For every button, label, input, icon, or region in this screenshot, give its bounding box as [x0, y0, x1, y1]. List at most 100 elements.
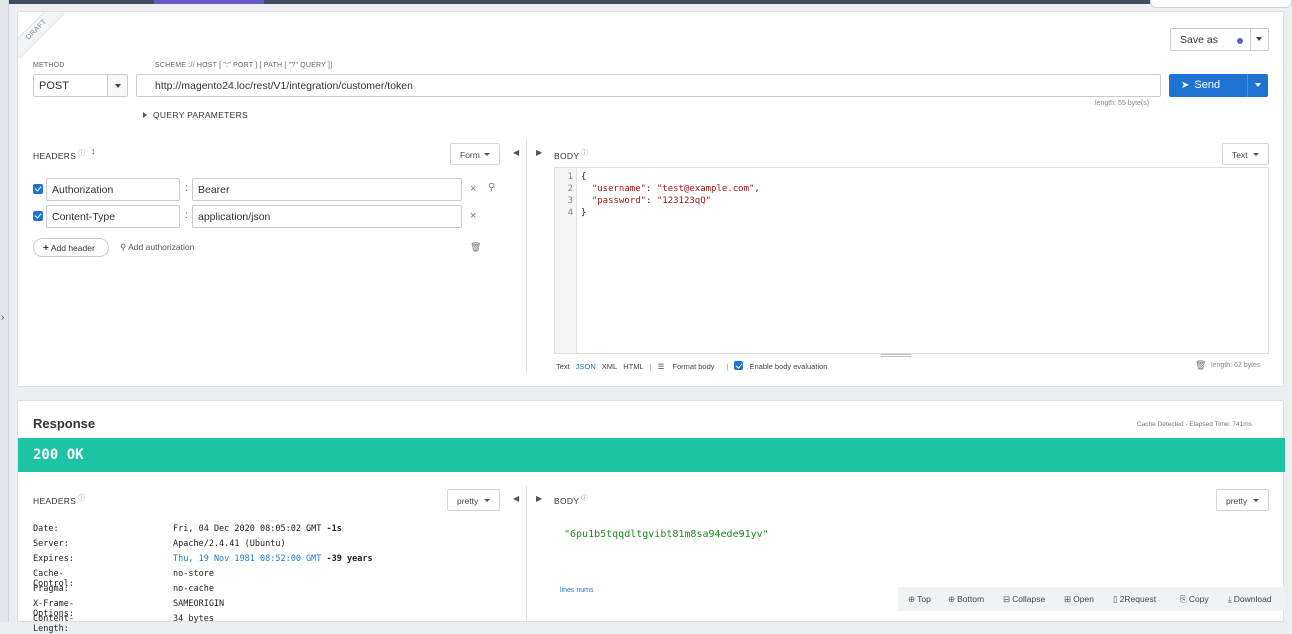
to-request-label: 2Request: [1119, 594, 1157, 604]
panel-divider[interactable]: [526, 140, 527, 372]
header-date-link[interactable]: Thu, 19 Nov 1981 08:52:00 GMT: [173, 554, 321, 564]
collapse-left-icon[interactable]: ◀: [513, 494, 519, 503]
header-value-input[interactable]: application/json: [192, 205, 462, 228]
headers-mode-select[interactable]: Form: [450, 143, 500, 165]
code-string: "123123qQ": [656, 196, 712, 206]
add-authorization-link[interactable]: ⚲ Add authorization: [120, 242, 194, 253]
header-name-input[interactable]: Content-Type: [46, 205, 180, 228]
header-value: Apache/2.4.41 (Ubuntu): [173, 539, 286, 549]
info-icon[interactable]: ⓘ: [78, 150, 85, 157]
format-xml[interactable]: XML: [602, 362, 617, 371]
body-editor[interactable]: 1 2 3 4 { "username": "test@example.com"…: [554, 167, 1269, 357]
response-body-value[interactable]: "6pu1b5tqqdltgvibt81m8sa94ede91yv": [564, 529, 769, 540]
separator: |: [726, 362, 729, 371]
tab-strip-edge: [1150, 0, 1292, 8]
download-icon: ⤓: [1228, 594, 1232, 604]
send-button[interactable]: ➤ Send: [1169, 74, 1268, 97]
remove-header-icon[interactable]: ×: [470, 210, 476, 222]
send-label: Send: [1194, 79, 1221, 91]
panel-divider[interactable]: [526, 485, 527, 623]
line-number: 1: [567, 172, 573, 182]
method-label: METHOD: [33, 62, 65, 69]
triangle-right-icon: [143, 112, 147, 118]
bottom-label: Bottom: [957, 594, 985, 604]
info-icon[interactable]: ⓘ: [78, 495, 85, 502]
bottom-button[interactable]: ⊕ Bottom: [948, 594, 984, 605]
trash-icon[interactable]: 🗑: [1195, 360, 1206, 371]
format-icon: ☰: [657, 362, 665, 371]
separator: |: [649, 362, 652, 371]
body-code[interactable]: { "username": "test@example.com", "passw…: [581, 171, 760, 219]
elapsed-time: Cache Detected - Elapsed Time: 741ms: [1137, 421, 1252, 428]
collapse-button[interactable]: ⊟ Collapse: [1003, 594, 1045, 605]
format-html[interactable]: HTML: [623, 362, 643, 371]
header-value: 34 bytes: [173, 614, 214, 624]
header-relative: -1s: [326, 524, 342, 534]
caret-down-icon: [484, 153, 490, 156]
code-line: }: [581, 208, 587, 218]
header-name-value: Authorization: [52, 184, 114, 196]
add-header-button[interactable]: + Add header: [33, 238, 109, 257]
url-input[interactable]: http://magento24.loc/rest/V1/integration…: [136, 74, 1161, 97]
info-icon[interactable]: ⓘ: [581, 150, 588, 157]
copy-icon: ⎘: [1180, 594, 1187, 604]
remove-header-icon[interactable]: ×: [470, 183, 476, 195]
line-nums-toggle[interactable]: lines nums: [560, 587, 593, 594]
response-headers-mode-select[interactable]: pretty: [447, 489, 500, 511]
response-body-mode-select[interactable]: pretty: [1216, 489, 1269, 511]
format-body-button[interactable]: ☰ Format body: [658, 362, 721, 371]
sidebar-toggle[interactable]: ›: [0, 0, 9, 622]
draft-label: DRAFT: [18, 12, 64, 58]
enable-eval-checkbox[interactable]: [734, 361, 744, 370]
line-number: 2: [567, 184, 573, 194]
save-as-dropdown[interactable]: [1250, 29, 1268, 50]
status-code: 200 OK: [33, 447, 84, 463]
header-value: Thu, 19 Nov 1981 08:52:00 GMT -39 years: [173, 554, 373, 564]
header-value: no-store: [173, 569, 214, 579]
arrow-down-circle-icon: ⊕: [948, 594, 956, 604]
trash-icon[interactable]: 🗑: [470, 242, 481, 253]
header-value-input[interactable]: Bearer: [192, 178, 462, 201]
header-name-input[interactable]: Authorization: [46, 178, 180, 201]
caret-down-icon: [1253, 499, 1259, 502]
method-select[interactable]: POST: [33, 74, 128, 97]
header-name: Expires:: [33, 554, 74, 564]
to-request-button[interactable]: ▯ 2Request: [1113, 594, 1156, 605]
open-button[interactable]: ⊞ Open: [1064, 594, 1094, 605]
query-parameters-toggle[interactable]: QUERY PARAMETERS: [143, 110, 248, 120]
info-icon[interactable]: ⓘ: [581, 495, 588, 502]
format-json[interactable]: JSON: [576, 362, 596, 371]
header-value-value: application/json: [198, 211, 271, 223]
code-key: "password": [591, 196, 647, 206]
enable-eval-toggle[interactable]: Enable body evaluation: [734, 361, 833, 371]
body-title-text: BODY: [554, 495, 580, 506]
code-line: {: [581, 172, 587, 182]
top-button[interactable]: ⊕ Top: [908, 594, 931, 605]
request-body-title: BODY ⓘ: [554, 148, 589, 161]
header-enabled-checkbox[interactable]: [33, 211, 43, 221]
top-bar: [0, 0, 1292, 8]
header-value: Fri, 04 Dec 2020 08:05:02 GMT -1s: [173, 524, 342, 534]
format-text[interactable]: Text: [556, 362, 570, 371]
collapse-left-icon[interactable]: ◀: [513, 148, 519, 157]
response-title: Response: [33, 416, 96, 431]
body-mode-select[interactable]: Text: [1222, 143, 1269, 165]
expand-right-icon[interactable]: ▶: [536, 494, 542, 503]
query-parameters-label: QUERY PARAMETERS: [153, 110, 249, 120]
method-dropdown[interactable]: [107, 75, 127, 96]
send-dropdown[interactable]: [1247, 74, 1268, 97]
sort-icon[interactable]: ↕: [91, 146, 96, 156]
header-enabled-checkbox[interactable]: [33, 184, 43, 194]
body-format-bar: Text JSON XML HTML | ☰ Format body | Enable bod…: [556, 361, 839, 371]
expand-right-icon[interactable]: ▶: [536, 148, 542, 157]
save-as-button[interactable]: Save as: [1170, 28, 1269, 51]
format-body-label: Format body: [672, 362, 715, 371]
response-toolbar: ⊕ Top ⊕ Bottom ⊟ Collapse ⊞ Open ▯ 2Request ⎘…: [898, 587, 1285, 611]
url-hint: SCHEME :// HOST [ ":" PORT ] [ PATH [ "?…: [155, 62, 333, 69]
key-icon[interactable]: ⚲: [488, 182, 495, 193]
code-string: "test@example.com": [656, 184, 755, 194]
response-body-title: BODY ⓘ: [554, 493, 589, 506]
editor-resize-handle[interactable]: [881, 354, 911, 357]
copy-button[interactable]: ⎘ Copy: [1180, 594, 1209, 605]
download-button[interactable]: ⤓ Download: [1228, 594, 1272, 605]
